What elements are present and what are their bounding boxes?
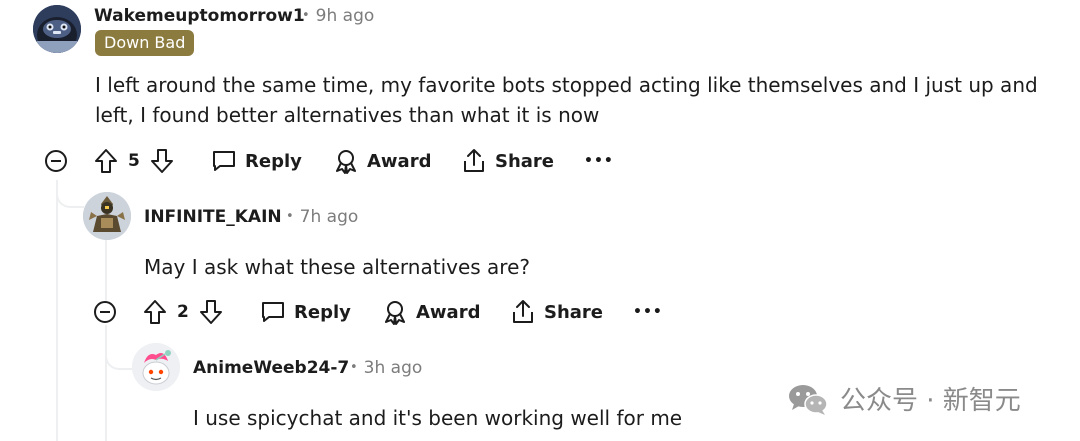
vote-count: 5: [128, 151, 140, 171]
share-label: Share: [495, 150, 555, 172]
award-icon: [382, 299, 408, 325]
vote-count: 2: [177, 302, 189, 322]
downvote-icon[interactable]: [150, 148, 174, 174]
share-button[interactable]: Share: [510, 297, 603, 327]
reply-icon: [211, 149, 237, 173]
avatar[interactable]: [132, 343, 180, 391]
share-icon: [461, 148, 487, 174]
timestamp: 9h ago: [315, 6, 375, 26]
comment-2-time: • 7h ago: [286, 207, 358, 227]
share-label: Share: [544, 301, 604, 323]
comment-1-votes: 5: [94, 146, 174, 176]
reply-button[interactable]: Reply: [260, 297, 351, 327]
thread-connector-1: [56, 180, 84, 208]
comment-3-username[interactable]: AnimeWeeb24-7: [193, 358, 349, 378]
comment-1-body: I left around the same time, my favorite…: [95, 73, 1038, 127]
more-options-button[interactable]: •••: [584, 151, 614, 171]
award-button[interactable]: Award: [382, 297, 480, 327]
collapse-thread-button[interactable]: [45, 150, 67, 172]
separator-dot: •: [350, 360, 358, 375]
user-flair[interactable]: Down Bad: [95, 30, 195, 56]
award-label: Award: [367, 150, 432, 172]
watermark-text: 公众号 · 新智元: [840, 386, 1021, 416]
thread-connector-2: [105, 330, 133, 370]
thread-line-1[interactable]: [56, 180, 58, 441]
comment-2-votes: 2: [143, 297, 223, 327]
reply-icon: [260, 300, 286, 324]
upvote-icon[interactable]: [143, 299, 167, 325]
watermark: 公众号 · 新智元: [786, 380, 1021, 417]
avatar[interactable]: [33, 5, 81, 53]
comment-2-body: May I ask what these alternatives are?: [144, 255, 531, 279]
timestamp: 7h ago: [299, 207, 359, 227]
collapse-thread-button[interactable]: [94, 301, 116, 323]
separator-dot: •: [302, 8, 310, 23]
downvote-icon[interactable]: [199, 299, 223, 325]
reply-button[interactable]: Reply: [211, 146, 302, 176]
thread-line-2[interactable]: [105, 240, 107, 302]
award-icon: [333, 148, 359, 174]
share-button[interactable]: Share: [461, 146, 554, 176]
share-icon: [510, 299, 536, 325]
reply-label: Reply: [294, 301, 351, 323]
award-button[interactable]: Award: [333, 146, 431, 176]
upvote-icon[interactable]: [94, 148, 118, 174]
comment-3-time: • 3h ago: [350, 358, 422, 378]
comment-1-username[interactable]: Wakemeuptomorrow1: [94, 6, 305, 26]
more-options-button[interactable]: •••: [633, 302, 663, 322]
timestamp: 3h ago: [363, 358, 423, 378]
reply-label: Reply: [245, 150, 302, 172]
comment-2-username[interactable]: INFINITE_KAIN: [144, 207, 282, 227]
award-label: Award: [416, 301, 481, 323]
separator-dot: •: [286, 209, 294, 224]
avatar[interactable]: [83, 192, 131, 240]
comment-1-time: • 9h ago: [302, 6, 374, 26]
wechat-icon: [786, 381, 830, 417]
